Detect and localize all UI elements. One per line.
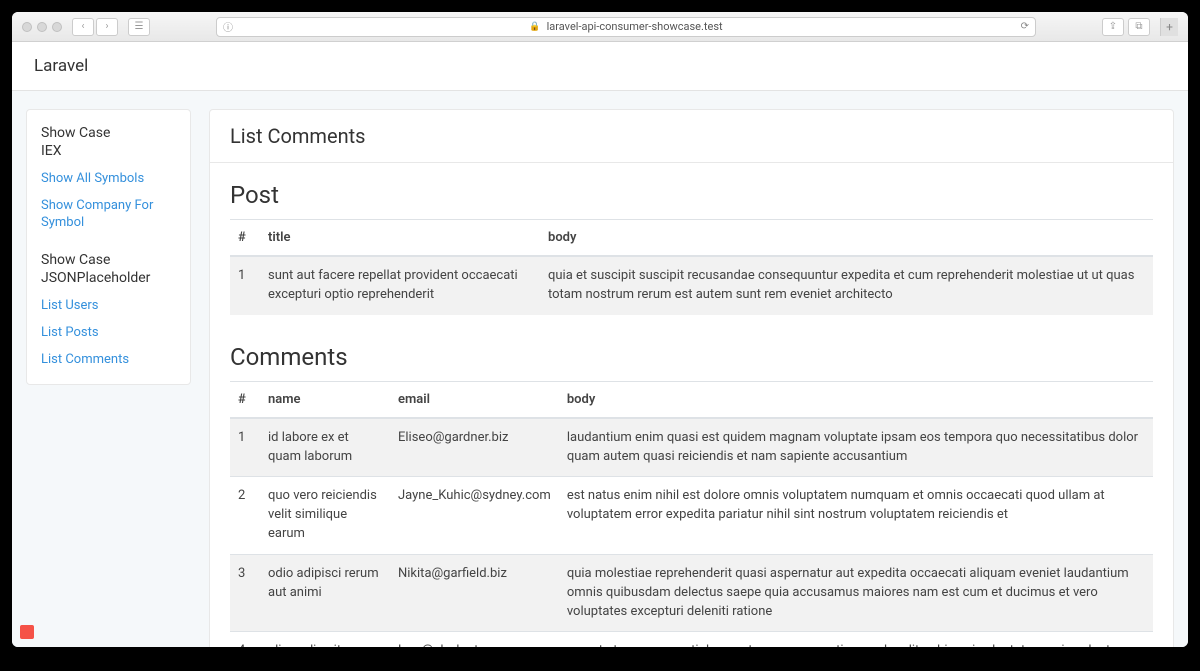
reload-icon[interactable]: ⟳ <box>1021 21 1029 32</box>
sidebar-link-list-users[interactable]: List Users <box>27 293 190 320</box>
page-title: List Comments <box>210 110 1173 163</box>
post-table: # title body 1sunt aut facere repellat p… <box>230 219 1153 315</box>
sidebar-link-list-posts[interactable]: List Posts <box>27 320 190 347</box>
sidebar-group-iex: Show Case IEX <box>27 120 190 166</box>
cell-body: quia molestiae reprehenderit quasi asper… <box>559 554 1153 632</box>
cell-email: Lew@alysha.tv <box>390 632 559 647</box>
comments-heading: Comments <box>230 343 1153 371</box>
cell-title: sunt aut facere repellat provident occae… <box>260 256 540 315</box>
sidebar-link-show-all-symbols[interactable]: Show All Symbols <box>27 166 190 193</box>
cell-num: 3 <box>230 554 260 632</box>
lock-icon: 🔒 <box>529 22 540 32</box>
cell-num: 1 <box>230 256 260 315</box>
tabs-button[interactable]: ⧉ <box>1128 18 1150 36</box>
site-info-icon[interactable]: ⓘ <box>223 19 233 34</box>
laravel-debug-icon[interactable] <box>20 625 34 639</box>
cell-name: quo vero reiciendis velit similique earu… <box>260 477 390 555</box>
new-tab-button[interactable]: + <box>1160 18 1178 36</box>
window-controls <box>22 22 62 32</box>
sidebar-group-jsonplaceholder: Show Case JSONPlaceholder <box>27 247 190 293</box>
cell-num: 2 <box>230 477 260 555</box>
sidebar-toggle-button[interactable]: ☰ <box>128 18 150 36</box>
cell-num: 1 <box>230 418 260 477</box>
cm-th-name: name <box>260 381 390 418</box>
brand-link[interactable]: Laravel <box>34 56 88 76</box>
app-navbar: Laravel <box>12 42 1188 91</box>
cell-email: Eliseo@gardner.biz <box>390 418 559 477</box>
browser-toolbar: ‹ › ☰ ⓘ 🔒 laravel-api-consumer-showcase.… <box>12 12 1188 42</box>
post-th-title: title <box>260 220 540 257</box>
main-card: List Comments Post # title body <box>209 109 1174 647</box>
forward-button[interactable]: › <box>96 18 118 36</box>
sidebar-link-show-company[interactable]: Show Company For Symbol <box>27 193 190 237</box>
table-row: 4alias odio sitLew@alysha.tvnon et atque… <box>230 632 1153 647</box>
post-th-num: # <box>230 220 260 257</box>
table-row: 3odio adipisci rerum aut animiNikita@gar… <box>230 554 1153 632</box>
table-row: 1id labore ex et quam laborumEliseo@gard… <box>230 418 1153 477</box>
cell-name: id labore ex et quam laborum <box>260 418 390 477</box>
cell-name: odio adipisci rerum aut animi <box>260 554 390 632</box>
sidebar-card: Show Case IEX Show All Symbols Show Comp… <box>26 109 191 385</box>
sidebar-link-list-comments[interactable]: List Comments <box>27 347 190 374</box>
back-button[interactable]: ‹ <box>72 18 94 36</box>
minimize-window-icon[interactable] <box>37 22 47 32</box>
cell-body: laudantium enim quasi est quidem magnam … <box>559 418 1153 477</box>
cm-th-num: # <box>230 381 260 418</box>
cm-th-body: body <box>559 381 1153 418</box>
url-text: laravel-api-consumer-showcase.test <box>547 20 723 33</box>
cm-th-email: email <box>390 381 559 418</box>
cell-body: quia et suscipit suscipit recusandae con… <box>540 256 1153 315</box>
cell-num: 4 <box>230 632 260 647</box>
comments-table: # name email body 1id labore ex et quam … <box>230 381 1153 647</box>
cell-body: non et atque occaecati deserunt quas acc… <box>559 632 1153 647</box>
table-row: 2quo vero reiciendis velit similique ear… <box>230 477 1153 555</box>
post-heading: Post <box>230 181 1153 209</box>
zoom-window-icon[interactable] <box>52 22 62 32</box>
cell-name: alias odio sit <box>260 632 390 647</box>
table-row: 1sunt aut facere repellat provident occa… <box>230 256 1153 315</box>
cell-email: Nikita@garfield.biz <box>390 554 559 632</box>
share-button[interactable]: ⇪ <box>1102 18 1124 36</box>
cell-body: est natus enim nihil est dolore omnis vo… <box>559 477 1153 555</box>
address-bar[interactable]: ⓘ 🔒 laravel-api-consumer-showcase.test ⟳ <box>216 17 1036 37</box>
close-window-icon[interactable] <box>22 22 32 32</box>
post-th-body: body <box>540 220 1153 257</box>
cell-email: Jayne_Kuhic@sydney.com <box>390 477 559 555</box>
